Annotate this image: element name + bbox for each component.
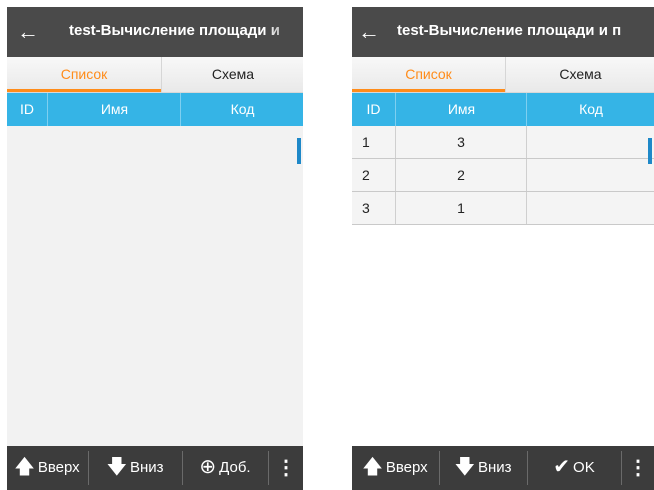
title-fade [267, 7, 303, 57]
table-row[interactable]: 2 2 [352, 159, 654, 192]
table-header: ID Имя Код [7, 93, 303, 126]
screen-left: ← test-Вычисление площади и Список Схема… [7, 7, 303, 490]
tab-list[interactable]: Список [7, 57, 161, 92]
title-bar: ← test-Вычисление площади и п [352, 7, 654, 57]
back-arrow-icon[interactable]: ← [356, 19, 382, 45]
tab-bar: Список Схема [352, 57, 654, 93]
column-header-name[interactable]: Имя [47, 93, 181, 126]
table-body[interactable]: 1 3 2 2 3 1 [352, 126, 654, 446]
arrow-down-icon: 🡇 [106, 456, 127, 479]
checkmark-icon: ✔ [553, 456, 571, 479]
move-up-button[interactable]: 🡅 Вверх [7, 450, 87, 486]
table-header: ID Имя Код [352, 93, 654, 126]
cell-name: 1 [457, 200, 465, 216]
cell-id: 3 [362, 200, 370, 216]
ok-button[interactable]: ✔ OK [528, 450, 620, 486]
column-header-id[interactable]: ID [7, 93, 47, 126]
cell-id: 1 [362, 134, 370, 150]
tab-scheme[interactable]: Схема [161, 57, 303, 92]
cell-code [527, 126, 647, 158]
table-row[interactable]: 3 1 [352, 192, 654, 225]
more-options-icon[interactable]: ⋮ [269, 450, 303, 486]
title-bar: ← test-Вычисление площади и [7, 7, 303, 57]
scroll-indicator[interactable] [297, 138, 301, 164]
screen-right: ← test-Вычисление площади и п Список Схе… [352, 7, 654, 490]
table-row[interactable]: 1 3 [352, 126, 654, 159]
more-options-icon[interactable]: ⋮ [622, 450, 654, 486]
add-button[interactable]: ⊕ Доб. [183, 450, 267, 486]
bottom-toolbar: 🡅 Вверх 🡇 Вниз ⊕ Доб. ⋮ [7, 446, 303, 490]
cell-id: 2 [362, 167, 370, 183]
cell-name: 2 [457, 167, 465, 183]
cell-code [527, 159, 647, 191]
scroll-indicator[interactable] [648, 138, 652, 164]
cell-code [527, 192, 647, 224]
arrow-down-icon: 🡇 [454, 456, 475, 479]
title-fade [618, 7, 654, 57]
page-title: test-Вычисление площади и п [397, 22, 622, 39]
page-title: test-Вычисление площади и [69, 22, 280, 39]
tab-scheme[interactable]: Схема [505, 57, 654, 92]
move-up-button[interactable]: 🡅 Вверх [352, 450, 438, 486]
column-header-code[interactable]: Код [180, 93, 303, 126]
arrow-up-icon: 🡅 [362, 456, 383, 479]
arrow-up-icon: 🡅 [14, 456, 35, 479]
cell-name: 3 [457, 134, 465, 150]
tab-list[interactable]: Список [352, 57, 505, 92]
back-arrow-icon[interactable]: ← [15, 19, 41, 45]
column-header-code[interactable]: Код [526, 93, 654, 126]
plus-circle-icon: ⊕ [199, 456, 217, 479]
bottom-toolbar: 🡅 Вверх 🡇 Вниз ✔ OK ⋮ [352, 446, 654, 490]
move-down-button[interactable]: 🡇 Вниз [89, 450, 181, 486]
column-header-name[interactable]: Имя [395, 93, 527, 126]
move-down-button[interactable]: 🡇 Вниз [440, 450, 526, 486]
column-header-id[interactable]: ID [352, 93, 395, 126]
tab-bar: Список Схема [7, 57, 303, 93]
table-body[interactable] [7, 126, 303, 446]
